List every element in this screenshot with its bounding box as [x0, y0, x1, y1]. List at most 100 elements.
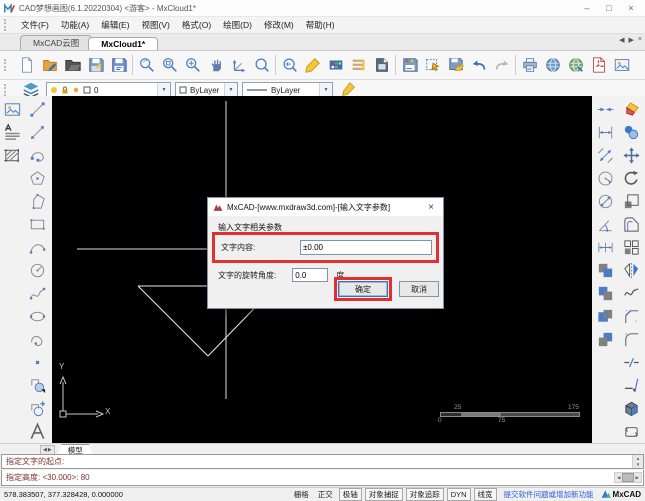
command-input-line[interactable]: 指定高度: <30.000>: 80 ◀ ▶: [1, 470, 644, 486]
toggle-lineweight[interactable]: 线宽: [474, 488, 497, 501]
ok-button[interactable]: 确定: [338, 281, 388, 297]
zoom-dynamic-icon[interactable]: [135, 53, 158, 77]
create-block-icon[interactable]: [26, 397, 49, 420]
dim-continue-icon[interactable]: [594, 236, 617, 259]
export-pdf-icon[interactable]: [587, 53, 610, 77]
draw-order-front-icon[interactable]: [594, 259, 617, 282]
zoom-window-icon[interactable]: [158, 53, 181, 77]
command-history-scrollbar[interactable]: ▲ ▼: [632, 455, 643, 468]
scale-icon[interactable]: [620, 190, 643, 213]
tab-scroll-left-icon[interactable]: ◀: [619, 36, 624, 44]
toggle-grid[interactable]: 栅格: [291, 489, 312, 500]
dim-linear-icon[interactable]: [594, 121, 617, 144]
zoom-realtime-icon[interactable]: [250, 53, 273, 77]
annotate-pencil-icon[interactable]: [301, 53, 324, 77]
move-icon[interactable]: [620, 144, 643, 167]
text-style-icon[interactable]: [1, 121, 24, 144]
rectangle-icon[interactable]: [26, 213, 49, 236]
dim-aligned-icon[interactable]: [594, 144, 617, 167]
tab-close-icon[interactable]: ×: [638, 36, 642, 44]
web-open-icon[interactable]: [564, 53, 587, 77]
single-line-text-icon[interactable]: [26, 420, 49, 443]
chamfer-icon[interactable]: [620, 305, 643, 328]
3d-box-icon[interactable]: [620, 397, 643, 420]
dialog-title-bar[interactable]: MxCAD-[www.mxdraw3d.com]-[输入文字参数] ×: [208, 198, 443, 216]
menu-format[interactable]: 格式(O): [176, 18, 217, 32]
save-image-icon[interactable]: [398, 53, 421, 77]
draw-order-above-icon[interactable]: [594, 305, 617, 328]
circle-icon[interactable]: [26, 259, 49, 282]
offset-icon[interactable]: [620, 213, 643, 236]
arc-icon[interactable]: [26, 236, 49, 259]
scrollbar-thumb[interactable]: [622, 473, 633, 482]
pentagon-icon[interactable]: [26, 167, 49, 190]
web-publish-icon[interactable]: [541, 53, 564, 77]
redo-icon[interactable]: [490, 53, 513, 77]
erase-icon[interactable]: [620, 98, 643, 121]
tab-mxcloud1[interactable]: MxCloud1*: [88, 37, 158, 50]
insert-raster-image-icon[interactable]: [610, 53, 633, 77]
mirror-icon[interactable]: [620, 259, 643, 282]
draw-order-below-icon[interactable]: [594, 328, 617, 351]
rotation-input[interactable]: [292, 268, 328, 282]
dialog-close-icon[interactable]: ×: [424, 202, 438, 213]
construction-line-icon[interactable]: [26, 121, 49, 144]
polygon-icon[interactable]: [26, 190, 49, 213]
tab-mxcad-cloud[interactable]: MxCAD云图: [20, 35, 92, 50]
point-icon[interactable]: [26, 351, 49, 374]
menu-modify[interactable]: 修改(M): [258, 18, 300, 32]
menu-edit[interactable]: 编辑(E): [95, 18, 135, 32]
spline-icon[interactable]: [26, 282, 49, 305]
dim-angular-icon[interactable]: [594, 213, 617, 236]
open-file-icon[interactable]: [38, 53, 61, 77]
maximize-button[interactable]: □: [599, 3, 619, 13]
menu-file[interactable]: 文件(F): [15, 18, 55, 32]
command-history[interactable]: 指定文字的起点: ▲ ▼: [1, 454, 644, 469]
select-object-icon[interactable]: [421, 53, 444, 77]
layout-scroll-left-icon[interactable]: ◀: [43, 447, 47, 453]
fillet-icon[interactable]: [620, 328, 643, 351]
dim-radius-icon[interactable]: [594, 167, 617, 190]
toggle-otrack[interactable]: 对象追踪: [406, 488, 444, 501]
cancel-button[interactable]: 取消: [399, 281, 439, 297]
copy-icon[interactable]: [620, 121, 643, 144]
print-icon[interactable]: [518, 53, 541, 77]
undo-icon[interactable]: [467, 53, 490, 77]
draw-order-back-icon[interactable]: [594, 282, 617, 305]
command-line-scrollbar[interactable]: ◀ ▶: [614, 472, 642, 483]
text-content-input[interactable]: [300, 240, 432, 255]
insert-image-icon[interactable]: [1, 98, 24, 121]
trim-icon[interactable]: [620, 374, 643, 397]
revision-cloud-icon[interactable]: [26, 328, 49, 351]
save-as-icon[interactable]: [107, 53, 130, 77]
edit-attributes-icon[interactable]: [444, 53, 467, 77]
toggle-dyn[interactable]: DYN: [447, 488, 471, 501]
edit-spline-icon[interactable]: [620, 282, 643, 305]
new-file-icon[interactable]: [15, 53, 38, 77]
line-icon[interactable]: [26, 98, 49, 121]
quick-dimension-icon[interactable]: [594, 98, 617, 121]
menu-draw[interactable]: 绘图(D): [217, 18, 258, 32]
group-icon[interactable]: [620, 420, 643, 443]
minimize-button[interactable]: –: [577, 3, 597, 13]
toggle-ortho[interactable]: 正交: [315, 489, 336, 500]
menu-function[interactable]: 功能(A): [55, 18, 95, 32]
zoom-extents-icon[interactable]: [181, 53, 204, 77]
zoom-previous-icon[interactable]: [278, 53, 301, 77]
feedback-link[interactable]: 提交软件问题或增加新功能: [504, 489, 594, 500]
polyline-arc-icon[interactable]: [26, 144, 49, 167]
toggle-osnap[interactable]: 对象捕捉: [365, 488, 403, 501]
menu-help[interactable]: 帮助(H): [300, 18, 341, 32]
color-palette-icon[interactable]: [324, 53, 347, 77]
linetype-manager-icon[interactable]: [347, 53, 370, 77]
ucs-axis-icon[interactable]: [227, 53, 250, 77]
tab-scroll-right-icon[interactable]: ▶: [629, 36, 634, 44]
rotate-icon[interactable]: [620, 167, 643, 190]
scroll-down-icon[interactable]: ▼: [633, 462, 643, 469]
save-icon[interactable]: [84, 53, 107, 77]
break-icon[interactable]: [620, 351, 643, 374]
array-icon[interactable]: [620, 236, 643, 259]
insert-block-icon[interactable]: [26, 374, 49, 397]
menu-view[interactable]: 视图(V): [136, 18, 176, 32]
scroll-right-icon[interactable]: ▶: [634, 475, 641, 481]
